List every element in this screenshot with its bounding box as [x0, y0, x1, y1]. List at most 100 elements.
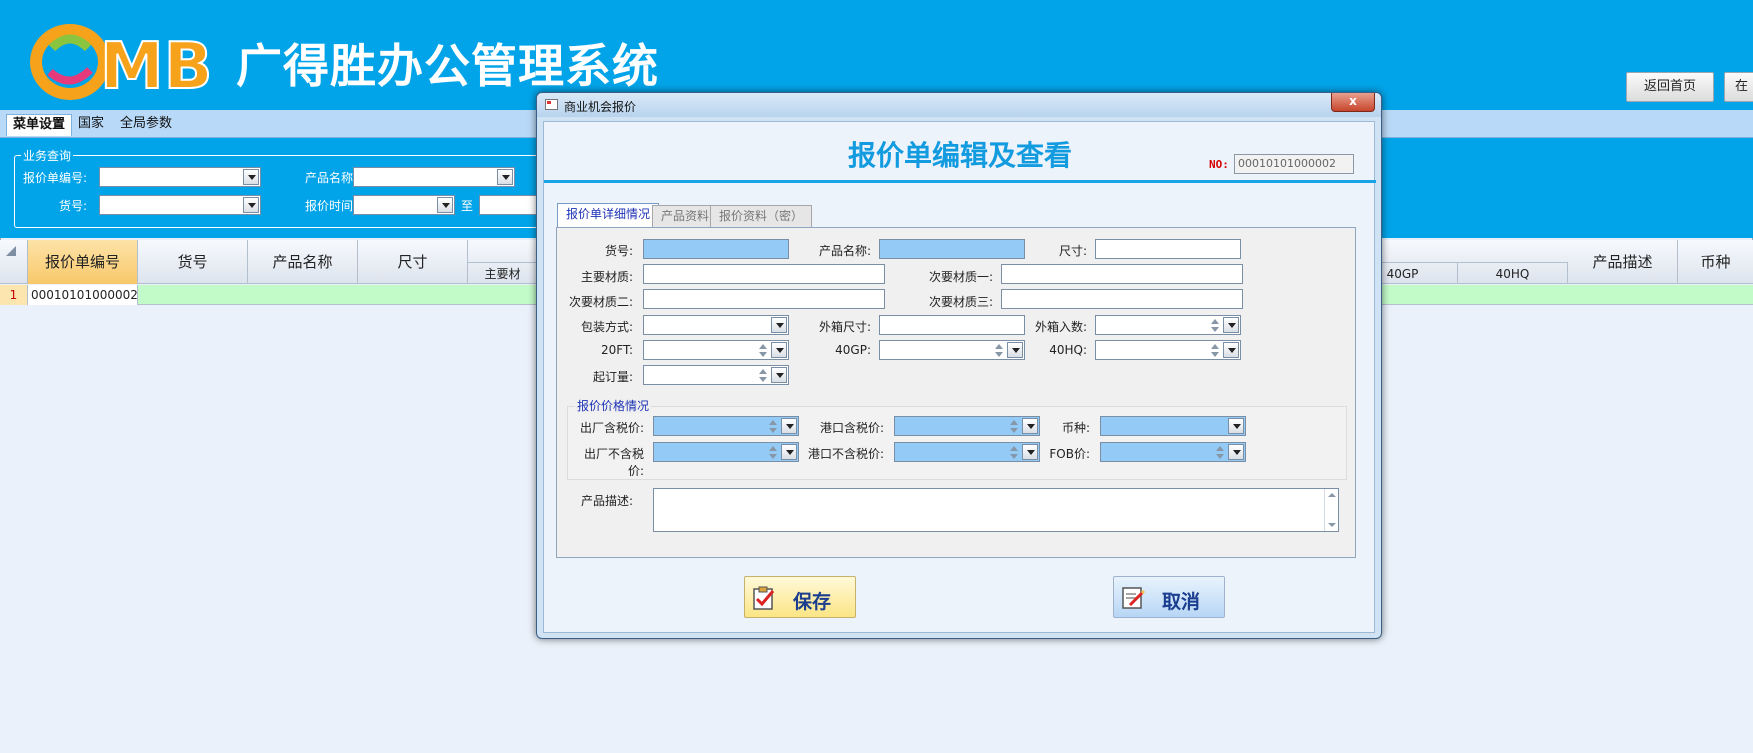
- spin-arrows-icon[interactable]: [767, 445, 779, 460]
- spin-arrows-icon[interactable]: [757, 368, 769, 383]
- packing-combo[interactable]: [643, 315, 789, 335]
- fob-stepper[interactable]: [1100, 442, 1246, 462]
- ft20-stepper[interactable]: [643, 340, 789, 360]
- moq-stepper[interactable]: [643, 365, 789, 385]
- main-material-field[interactable]: [643, 264, 885, 284]
- price-group-legend: 报价价格情况: [575, 397, 652, 414]
- carton-qty-stepper[interactable]: [1095, 315, 1241, 335]
- spin-arrows-icon[interactable]: [767, 419, 779, 434]
- factory-tax-stepper[interactable]: [653, 416, 799, 436]
- close-icon[interactable]: x: [1331, 93, 1375, 112]
- sub-material-2-field[interactable]: [643, 289, 885, 309]
- spin-arrows-icon[interactable]: [993, 343, 1005, 358]
- item-no-label: 货号:: [58, 199, 87, 213]
- tab-menu-settings[interactable]: 菜单设置: [6, 114, 73, 136]
- col-main-material[interactable]: 主要材: [468, 262, 538, 284]
- col-quote-no[interactable]: 报价单编号: [28, 240, 138, 284]
- item-no-combo[interactable]: [99, 195, 261, 215]
- col-product-name[interactable]: 产品名称: [248, 240, 358, 284]
- size-field[interactable]: [1095, 239, 1241, 259]
- chevron-down-icon[interactable]: [243, 197, 259, 213]
- description-label: 产品描述:: [580, 494, 633, 508]
- app-title: 广得胜办公管理系统: [236, 39, 659, 93]
- heading-divider: [544, 180, 1376, 183]
- chevron-down-icon[interactable]: [1223, 342, 1239, 358]
- quote-no-combo[interactable]: [99, 167, 261, 187]
- cancel-label: 取消: [1162, 591, 1201, 613]
- to-label: 至: [460, 199, 473, 213]
- quote-time-to[interactable]: [479, 195, 539, 215]
- product-name-combo[interactable]: [353, 167, 515, 187]
- tab-country[interactable]: 国家: [72, 114, 110, 136]
- currency-combo[interactable]: [1100, 416, 1246, 436]
- col-currency[interactable]: 币种: [1678, 240, 1753, 284]
- description-textarea[interactable]: [653, 488, 1339, 532]
- product-name-label: 产品名称:: [818, 244, 871, 258]
- tab-global-params[interactable]: 全局参数: [114, 114, 178, 136]
- chevron-down-icon[interactable]: [771, 342, 787, 358]
- chevron-down-icon[interactable]: [771, 317, 787, 333]
- header-button-2[interactable]: 在: [1724, 72, 1753, 102]
- save-button[interactable]: 保存: [744, 576, 856, 618]
- spin-arrows-icon[interactable]: [1209, 318, 1221, 333]
- chevron-down-icon[interactable]: [1228, 444, 1244, 460]
- col-size[interactable]: 尺寸: [358, 240, 468, 284]
- cancel-button[interactable]: 取消: [1113, 576, 1225, 618]
- svg-text:MB: MB: [100, 30, 212, 104]
- chevron-down-icon[interactable]: [1223, 317, 1239, 333]
- select-all-corner[interactable]: [0, 240, 28, 284]
- save-label: 保存: [793, 591, 832, 613]
- spin-arrows-icon[interactable]: [1008, 419, 1020, 434]
- scrollbar[interactable]: [1324, 489, 1338, 531]
- quote-details-panel: 货号: 产品名称: 尺寸: 主要材质: 次要材质一: 次要材质二: 次要材质三:…: [556, 227, 1356, 558]
- size-label: 尺寸:: [1058, 244, 1087, 258]
- hq40-stepper[interactable]: [1095, 340, 1241, 360]
- col-item-no[interactable]: 货号: [138, 240, 248, 284]
- edit-cancel-icon: [1122, 587, 1146, 609]
- sub-material-3-label: 次要材质三:: [928, 295, 993, 309]
- factory-notax-stepper[interactable]: [653, 442, 799, 462]
- chevron-down-icon[interactable]: [437, 197, 453, 213]
- col-40hq[interactable]: 40HQ: [1458, 262, 1568, 284]
- spin-arrows-icon[interactable]: [1214, 445, 1226, 460]
- price-group: 出厂含税价: 港口含税价: 币种: 出厂不含税价: 港口不含税价: FOB价:: [567, 406, 1347, 480]
- row-quote-no[interactable]: 00010101000002: [28, 285, 138, 305]
- item-no-field[interactable]: [643, 239, 789, 259]
- spin-arrows-icon[interactable]: [1008, 445, 1020, 460]
- chevron-down-icon[interactable]: [497, 169, 513, 185]
- row-number: 1: [0, 285, 28, 305]
- fob-label: FOB价:: [1049, 447, 1090, 461]
- main-material-label: 主要材质:: [580, 270, 633, 284]
- carton-size-field[interactable]: [879, 315, 1025, 335]
- port-tax-stepper[interactable]: [894, 416, 1040, 436]
- tab-quote-details[interactable]: 报价单详细情况: [557, 203, 660, 228]
- product-name-label: 产品名称:: [304, 171, 357, 185]
- col-description[interactable]: 产品描述: [1568, 240, 1678, 284]
- home-button[interactable]: 返回首页: [1626, 72, 1714, 102]
- sub-material-3-field[interactable]: [1001, 289, 1243, 309]
- port-notax-stepper[interactable]: [894, 442, 1040, 462]
- hq40-label: 40HQ:: [1049, 343, 1087, 357]
- quote-time-from[interactable]: [353, 195, 455, 215]
- checklist-icon: [753, 586, 775, 610]
- query-legend: 业务查询: [21, 147, 74, 164]
- chevron-down-icon[interactable]: [243, 169, 259, 185]
- sub-material-1-field[interactable]: [1001, 264, 1243, 284]
- chevron-down-icon[interactable]: [781, 418, 797, 434]
- tab-quote-secret[interactable]: 报价资料（密）: [710, 205, 813, 227]
- packing-label: 包装方式:: [580, 320, 633, 334]
- spin-arrows-icon[interactable]: [1209, 343, 1221, 358]
- gp40-stepper[interactable]: [879, 340, 1025, 360]
- quote-no-label: 报价单编号:: [22, 171, 87, 185]
- tab-product-info[interactable]: 产品资料: [652, 205, 719, 227]
- chevron-down-icon[interactable]: [1228, 418, 1244, 434]
- factory-notax-label: 出厂不含税价:: [583, 447, 644, 478]
- ft20-label: 20FT:: [600, 343, 633, 357]
- chevron-down-icon[interactable]: [771, 367, 787, 383]
- spin-arrows-icon[interactable]: [757, 343, 769, 358]
- dialog-body: 报价单编辑及查看 NO: 00010101000002 报价单详细情况 产品资料…: [543, 121, 1376, 633]
- product-name-field[interactable]: [879, 239, 1025, 259]
- dialog-titlebar[interactable]: 商业机会报价 x: [537, 93, 1381, 117]
- port-tax-label: 港口含税价:: [819, 421, 884, 435]
- window-icon: [545, 99, 558, 110]
